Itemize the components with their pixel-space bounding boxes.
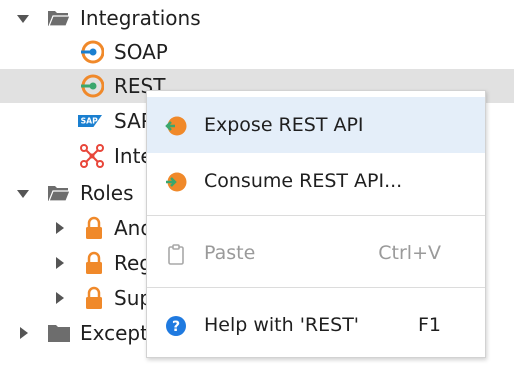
menu-item-expose-rest-api[interactable]: Expose REST API [147,97,485,153]
context-menu: Expose REST API Consume REST API... Past… [146,90,486,358]
sap-logo-icon: SAP [78,115,102,127]
folder-open-icon [48,186,71,202]
clipboard-icon [168,244,184,265]
chevron-down-icon[interactable] [17,15,29,23]
menu-item-label: Consume REST API... [204,170,403,192]
tree-item-label: Except [80,321,148,345]
menu-item-label: Expose REST API [204,114,364,136]
menu-separator [147,287,485,288]
lock-icon [86,216,102,239]
chevron-right-icon[interactable] [56,292,64,304]
folder-icon [48,325,70,342]
consume-api-icon [166,172,187,192]
chevron-right-icon[interactable] [56,257,64,269]
lock-icon [86,251,102,274]
tree-item-label: Integrations [80,6,201,30]
soap-service-icon [81,40,104,64]
folder-open-icon [48,11,71,27]
tree-item-label: Roles [80,181,134,205]
menu-item-paste[interactable]: Paste Ctrl+V [147,225,485,281]
menu-item-shortcut: Ctrl+V [378,242,441,264]
chevron-right-icon[interactable] [56,222,64,234]
menu-item-label: Paste [204,242,256,264]
tree-item-soap[interactable]: SOAP [0,35,514,69]
svg-text:?: ? [172,319,180,335]
help-icon: ? [166,316,186,336]
rest-service-icon [81,74,104,98]
chevron-down-icon[interactable] [17,190,29,198]
tree-item-label: SOAP [114,40,168,64]
menu-item-shortcut: F1 [417,314,441,336]
expose-api-icon [165,116,187,136]
tree-item-integrations[interactable]: Integrations [0,1,514,35]
menu-item-help[interactable]: ? Help with 'REST' F1 [147,297,485,353]
menu-item-consume-rest-api[interactable]: Consume REST API... [147,153,485,209]
menu-item-label: Help with 'REST' [204,314,360,336]
svg-text:SAP: SAP [81,117,99,126]
chevron-right-icon[interactable] [20,327,28,339]
lock-icon [86,286,102,309]
menu-separator [147,215,485,216]
connector-nodes-icon [80,144,104,168]
